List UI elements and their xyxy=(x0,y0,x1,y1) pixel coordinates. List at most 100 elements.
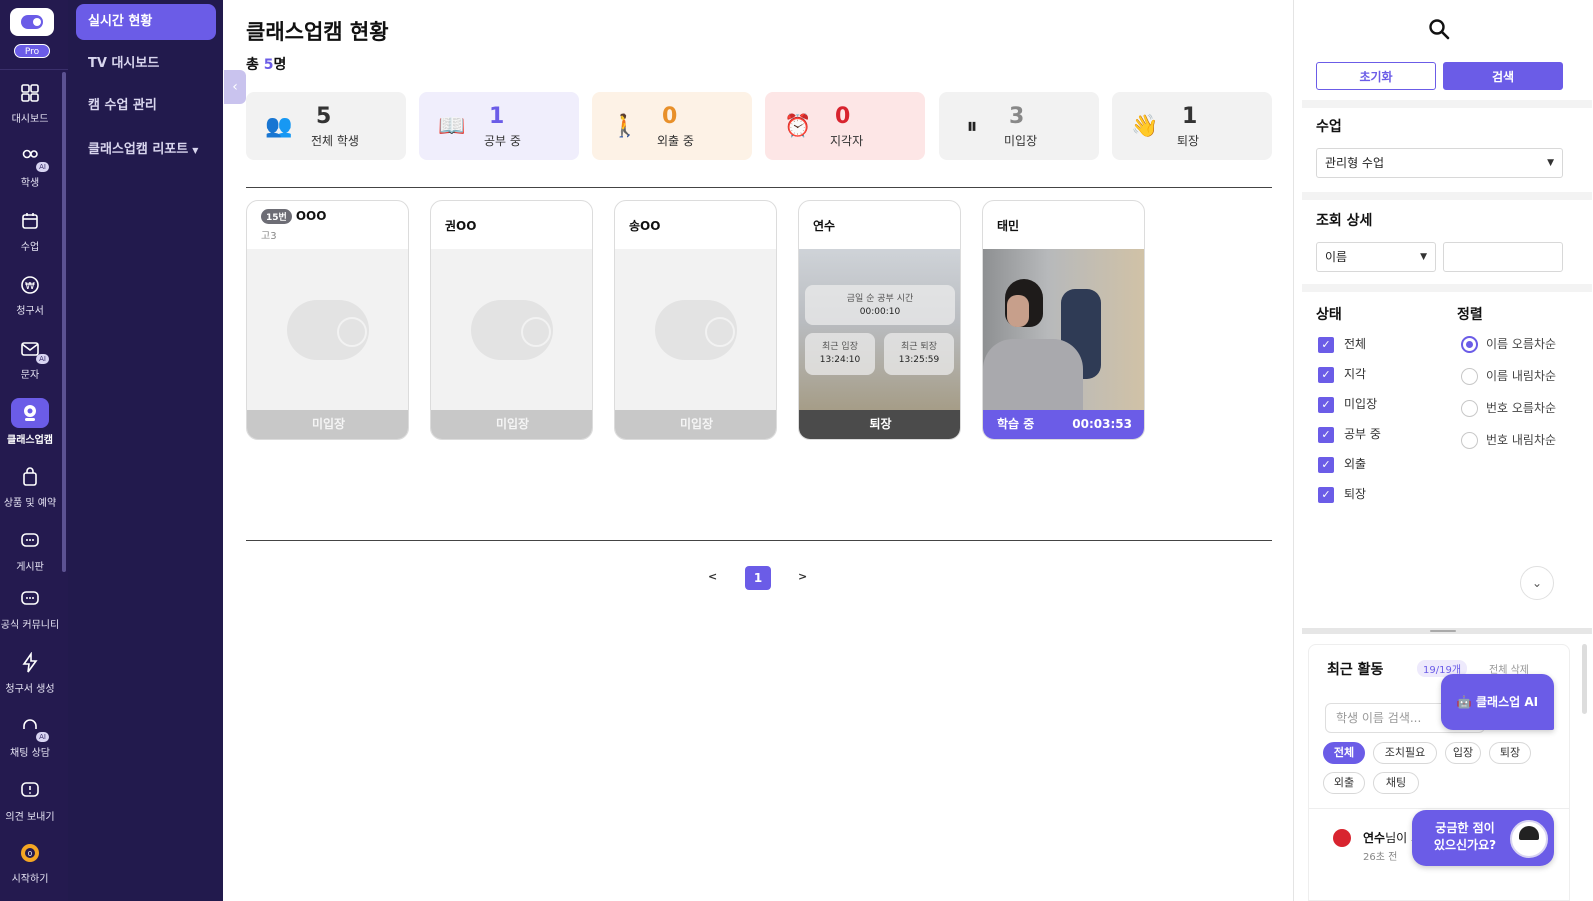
checkmark-icon: ✓ xyxy=(1318,366,1334,383)
rail-item-products[interactable]: 상품 및 예약 xyxy=(0,466,60,526)
student-card[interactable]: 15번 OOO 고3 미입장 xyxy=(246,200,409,440)
panel-scrollbar[interactable] xyxy=(1582,644,1587,714)
prev-page-button[interactable]: < xyxy=(708,570,717,583)
activity-status-dot-icon xyxy=(1333,829,1351,847)
rail-item-chat[interactable]: AI 채팅 상담 xyxy=(0,716,60,776)
exclamation-bubble-icon xyxy=(21,782,39,797)
filter-chip[interactable]: 입장 xyxy=(1445,742,1481,764)
student-name: 송OO xyxy=(629,219,661,233)
active-indicator xyxy=(11,398,49,428)
icon-rail: Pro 대시보드 AI 학생 수업 ₩ 청구서 AI 문자 클래스업캠 상품 및… xyxy=(0,0,68,901)
help-chat-button[interactable]: 궁금한 점이 있으신가요? xyxy=(1412,810,1554,866)
caret-down-icon: ▼ xyxy=(1547,158,1554,168)
detail-title: 조회 상세 xyxy=(1316,213,1373,229)
student-card[interactable]: 태민 학습 중 00:03:53 xyxy=(982,200,1145,440)
panel-drag-handle[interactable] xyxy=(1302,628,1592,634)
rail-label: 수업 xyxy=(20,242,40,253)
card-header: 연수 xyxy=(799,201,960,249)
camera-image xyxy=(799,249,960,412)
rail-item-dashboard[interactable]: 대시보드 xyxy=(0,82,60,142)
caret-down-icon: ▼ xyxy=(192,146,199,155)
rail-label: 학생 xyxy=(20,178,40,189)
student-card[interactable]: 권OO 미입장 xyxy=(430,200,593,440)
status-checkbox[interactable]: ✓ 외출 xyxy=(1318,455,1366,473)
student-card[interactable]: 연수 금일 순 공부 시간 00:00:10 최근 입장 13:24:10 최근 퇴… xyxy=(798,200,961,440)
scroll-down-button[interactable]: ⌄ xyxy=(1520,566,1554,600)
classup-ai-button[interactable]: 🤖 클래스업 AI xyxy=(1441,674,1554,730)
sort-radio[interactable]: 이름 내림차순 xyxy=(1461,367,1556,385)
rail-label: 상품 및 예약 xyxy=(3,498,57,509)
stat-label: 전체 학생 xyxy=(311,134,359,148)
camera-placeholder xyxy=(615,249,776,412)
logo-icon xyxy=(21,15,43,29)
stat-card: 👥 5 전체 학생 xyxy=(246,92,406,160)
total-number: 5 xyxy=(263,57,274,73)
study-timer: 00:03:53 xyxy=(1072,417,1132,431)
submenu-tv-dashboard[interactable]: TV 대시보드 xyxy=(76,46,216,82)
activity-student-name: 연수 xyxy=(1363,831,1386,845)
recent-activity-title: 최근 활동 xyxy=(1327,662,1384,678)
filter-chip[interactable]: 채팅 xyxy=(1373,772,1419,794)
detail-field-select[interactable]: 이름 ▼ xyxy=(1316,242,1436,272)
filter-chip[interactable]: 전체 xyxy=(1323,742,1365,764)
rail-item-invoices[interactable]: ₩ 청구서 xyxy=(0,274,60,334)
grid-icon xyxy=(21,84,39,102)
rail-item-feedback[interactable]: 의견 보내기 xyxy=(0,780,60,840)
submenu-realtime-status[interactable]: 실시간 현황 xyxy=(76,4,216,40)
status-checkbox[interactable]: ✓ 미입장 xyxy=(1318,395,1377,413)
rail-item-messages[interactable]: AI 문자 xyxy=(0,338,60,398)
classup-logo[interactable] xyxy=(10,8,54,36)
ai-badge: AI xyxy=(36,732,49,742)
collapse-sidebar-button[interactable]: ‹ xyxy=(224,70,246,104)
sort-radio[interactable]: 번호 내림차순 xyxy=(1461,431,1556,449)
submenu-cam-report[interactable]: 클래스업캠 리포트 ▼ xyxy=(76,132,216,168)
walking-icon: 🚶 xyxy=(611,114,639,139)
submenu-cam-class-management[interactable]: 캠 수업 관리 xyxy=(76,88,216,124)
status-checkbox[interactable]: ✓ 전체 xyxy=(1318,335,1366,353)
rail-item-community[interactable]: 공식 커뮤니티 xyxy=(0,588,60,648)
filter-chip[interactable]: 퇴장 xyxy=(1489,742,1531,764)
next-page-button[interactable]: > xyxy=(798,570,807,583)
today-study-label: 금일 순 공부 시간 xyxy=(846,294,914,304)
detail-search-input[interactable] xyxy=(1443,242,1563,272)
help-line-1: 궁금한 점이 xyxy=(1435,821,1495,835)
status-checkbox[interactable]: ✓ 퇴장 xyxy=(1318,485,1366,503)
student-card[interactable]: 송OO 미입장 xyxy=(614,200,777,440)
student-number-badge: 15번 xyxy=(261,209,292,224)
last-entry: 최근 입장 13:24:10 xyxy=(805,333,875,375)
search-button[interactable]: 검색 xyxy=(1443,62,1563,90)
checkmark-icon: ✓ xyxy=(1318,426,1334,443)
status-checkbox[interactable]: ✓ 지각 xyxy=(1318,365,1366,383)
rail-item-board[interactable]: 게시판 xyxy=(0,530,60,590)
rail-item-classes[interactable]: 수업 xyxy=(0,210,60,270)
filter-chip[interactable]: 외출 xyxy=(1323,772,1365,794)
shopping-bag-icon xyxy=(23,467,37,486)
class-select-value: 관리형 수업 xyxy=(1325,156,1385,170)
card-header: 권OO xyxy=(431,201,592,249)
stat-card: ⏸ 3 미입장 xyxy=(939,92,1099,160)
last-entry-value: 13:24:10 xyxy=(819,355,861,365)
radio-label: 번호 내림차순 xyxy=(1486,433,1557,447)
radio-label: 번호 오름차순 xyxy=(1486,401,1557,415)
checkbox-label: 지각 xyxy=(1344,367,1367,381)
search-icon[interactable] xyxy=(1428,18,1450,40)
rail-item-classupcam[interactable]: 클래스업캠 xyxy=(0,398,60,458)
main-content: 클래스업캠 현황 총 5명 👥 5 전체 학생 📖 1 공부 중 🚶 0 외출 중 ⏰ 0 지각자 ⏸ 3… xyxy=(246,0,1276,901)
current-page-button[interactable]: 1 xyxy=(745,566,771,590)
total-suffix: 명 xyxy=(273,57,287,73)
calendar-icon xyxy=(22,213,38,229)
rail-item-getting-started[interactable]: 0 시작하기 xyxy=(0,842,60,901)
status-checkbox[interactable]: ✓ 공부 중 xyxy=(1318,425,1381,443)
rail-scrollbar[interactable] xyxy=(62,72,66,572)
person-body-shape xyxy=(983,339,1083,412)
reset-button[interactable]: 초기화 xyxy=(1316,62,1436,90)
card-status: 학습 중 00:03:53 xyxy=(983,410,1144,439)
rail-item-create-invoice[interactable]: 청구서 생성 xyxy=(0,652,60,712)
filter-chip[interactable]: 조치필요 xyxy=(1373,742,1437,764)
class-select[interactable]: 관리형 수업 ▼ xyxy=(1316,148,1563,178)
caret-down-icon: ▼ xyxy=(1420,252,1427,262)
sort-radio[interactable]: 번호 오름차순 xyxy=(1461,399,1556,417)
rail-item-students[interactable]: AI 학생 xyxy=(0,146,60,206)
student-name: 연수 xyxy=(813,219,836,233)
sort-radio[interactable]: 이름 오름차순 xyxy=(1461,335,1556,353)
